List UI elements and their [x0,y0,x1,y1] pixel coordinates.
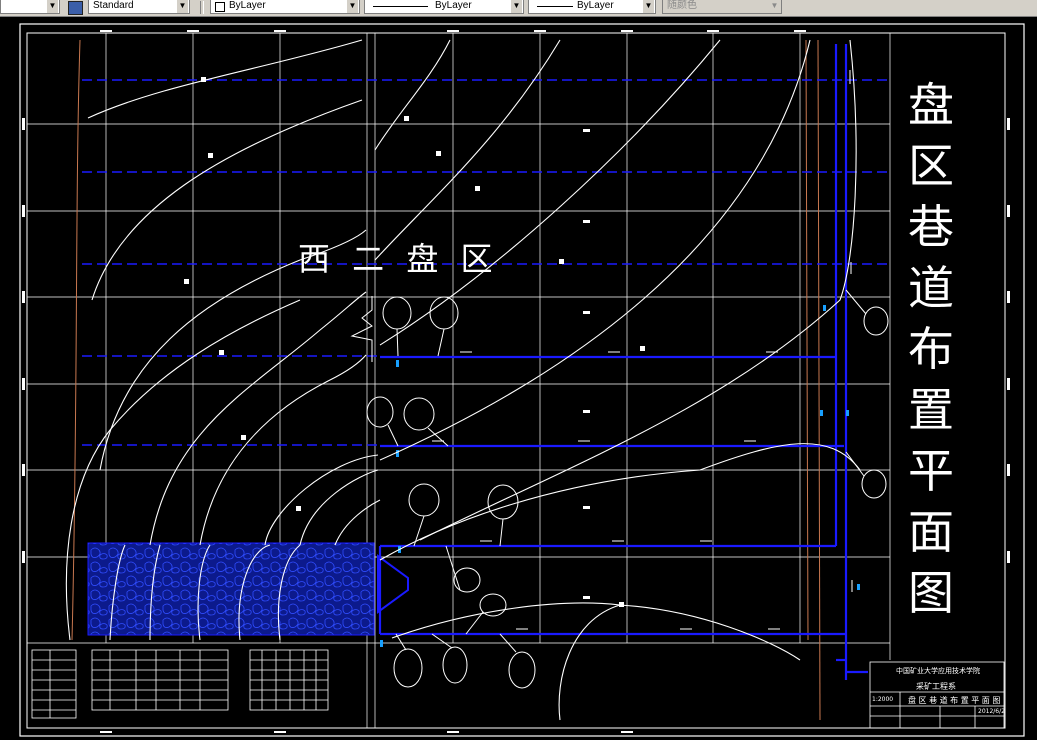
lineweight-value: ByLayer [577,0,614,11]
title-char: 区 [908,139,954,193]
survey-points [184,77,645,607]
linetype-value: ByLayer [435,0,472,11]
plot-style-value: 随颜色 [667,0,697,11]
chevron-down-icon[interactable]: ▼ [511,0,522,13]
plot-style-combo: 随颜色 ▼ [662,0,782,14]
title-char: 平 [908,444,954,498]
chevron-down-icon: ▼ [769,0,780,13]
title-block-scale: 1:2000 [872,696,894,703]
properties-toolbar: ▼ Standard ▼ ByLayer ▼ ByLayer ▼ ByLayer… [0,0,1037,17]
chevron-down-icon[interactable]: ▼ [347,0,358,13]
title-char: 图 [908,566,954,620]
goaf-fill-area [87,542,375,636]
chevron-down-icon[interactable]: ▼ [47,0,58,13]
panel-label: 西 二 盘 区 [298,240,499,278]
lineweight-preview-icon [537,6,573,7]
color-combo[interactable]: ByLayer ▼ [210,0,360,14]
text-style-icon[interactable] [68,1,83,15]
title-char: 盘 [908,78,954,132]
color-value: ByLayer [229,0,266,11]
face-advance-arrow [377,554,409,614]
title-char: 巷 [908,200,954,254]
equipment-callouts [366,289,889,689]
title-char: 面 [908,505,954,559]
drawing-title: 盘 区 巷 道 布 置 平 面 图 [900,75,962,624]
title-block-date: 2012/6/2 [978,708,1005,715]
chevron-down-icon[interactable]: ▼ [643,0,654,13]
toolbar-separator [200,1,204,14]
linetype-preview-icon [373,6,428,7]
legend-tables [31,649,329,719]
title-block-drawing-name: 盘 区 巷 道 布 置 平 面 图 [908,696,1001,705]
title-block-department: 采矿工程系 [916,682,956,691]
linetype-combo[interactable]: ByLayer ▼ [364,0,524,14]
title-char: 置 [908,383,954,437]
break-line [350,296,373,362]
text-style-combo[interactable]: Standard ▼ [88,0,190,14]
left-combo[interactable]: ▼ [0,0,60,14]
color-swatch-icon [215,2,225,12]
title-block-institute: 中国矿业大学应用技术学院 [896,667,980,675]
drawing-canvas[interactable] [0,16,1037,740]
lineweight-combo[interactable]: ByLayer ▼ [528,0,656,14]
text-style-value: Standard [93,0,134,11]
title-char: 道 [908,261,954,315]
title-char: 布 [908,322,954,376]
chevron-down-icon[interactable]: ▼ [177,0,188,13]
